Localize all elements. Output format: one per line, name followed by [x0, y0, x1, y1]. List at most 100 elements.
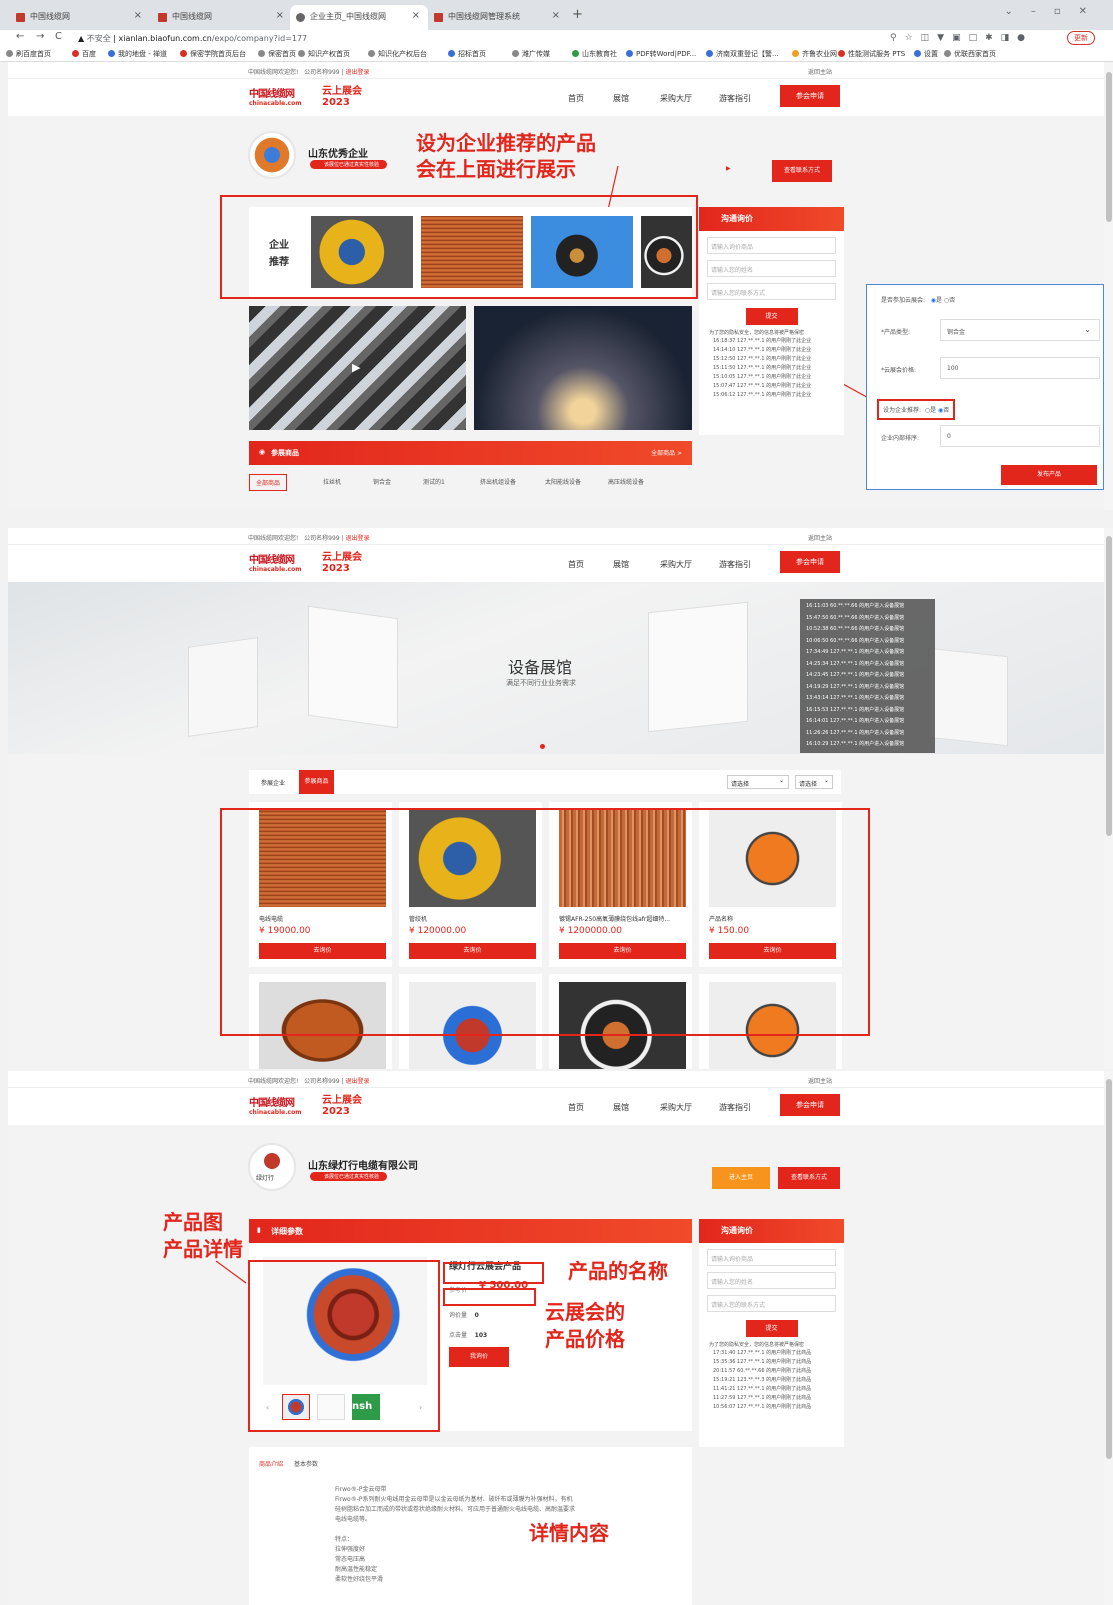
bookmark-item[interactable]: PDF转Word|PDF...	[626, 49, 696, 59]
tab-params[interactable]: 基本参数	[294, 1459, 318, 1468]
tab-intro[interactable]: 商品介绍	[259, 1459, 283, 1468]
category-tab[interactable]: 铜合金	[367, 474, 397, 489]
bookmark-item[interactable]: 潍广传媒	[512, 49, 550, 59]
site-logo[interactable]: 中国线缆网 chinacable.com	[249, 551, 303, 577]
window-controls[interactable]: ⌄–▫✕	[1004, 6, 1105, 17]
category-tab[interactable]: 挤出机组设备	[474, 474, 522, 489]
hall-subtitle: 满足不同行业业务需求	[506, 679, 576, 687]
scrollbar[interactable]	[1104, 1071, 1113, 1605]
logout-link[interactable]: 退出登录	[345, 535, 369, 542]
category-tabs: 全部商品 拉丝机 铜合金 测试的1 挤出机组设备 太阳能线设备 高压线缆设备	[249, 472, 692, 491]
filter-select-2[interactable]: 请选择 ⌄	[795, 775, 833, 789]
inquire-button[interactable]: 我询价	[449, 1347, 509, 1367]
site-favicon-icon	[16, 13, 25, 22]
apply-button[interactable]: 参会申请	[780, 551, 840, 573]
bookmark-icon	[448, 50, 455, 57]
category-tab[interactable]: 拉丝机	[317, 474, 347, 489]
bookmark-item[interactable]: 我的地盘 - 禅道	[108, 49, 167, 59]
logo-en: chinacable	[249, 566, 286, 573]
browser-tab-3[interactable]: 企业主页_中国线缆网 ×	[290, 5, 428, 30]
submit-button[interactable]: 提交	[745, 308, 798, 325]
close-icon[interactable]: ×	[276, 10, 284, 21]
chevron-down-icon: ⌄	[778, 777, 784, 784]
reload-icon[interactable]: C	[55, 31, 62, 42]
bookmark-label: 潍广传媒	[522, 50, 550, 58]
site-header: 中国线缆网 chinacable.com 云上展会 2023 首页 展馆 采购大厅 …	[8, 545, 1104, 582]
close-icon[interactable]: ×	[412, 10, 420, 21]
description-line: 柔软性好绕包平滑	[335, 1576, 384, 1583]
scroll-thumb[interactable]	[1106, 536, 1112, 836]
bookmark-item[interactable]: 百度	[72, 49, 96, 59]
bookmark-item[interactable]: 知识化产权后台	[368, 49, 427, 59]
tab-company[interactable]: 参展企业	[261, 778, 285, 787]
bookmark-label: 设置	[924, 50, 938, 58]
nav-guide[interactable]: 游客指引	[719, 559, 751, 570]
extension-icons[interactable]: ⚲☆◫▼▣□✱◨●	[890, 33, 1033, 43]
hall-page-panel: 中国线缆网欢迎您! 公司名称999 | 退出登录 返回主站 中国线缆网 china…	[8, 528, 1104, 1069]
bookmark-item[interactable]: 保密首页	[258, 49, 296, 59]
category-tab[interactable]: 全部商品	[249, 474, 288, 491]
bookmark-item[interactable]: 设置	[914, 49, 938, 59]
nav-hall[interactable]: 展馆	[613, 559, 629, 570]
new-tab-icon[interactable]: +	[572, 7, 583, 22]
tab-goods[interactable]: 参展商品	[299, 770, 334, 794]
bookmark-item[interactable]: 性能测试服务 PTS	[838, 49, 905, 59]
tab-strip: 中国线缆网 × 中国线缆网 × 企业主页_中国线缆网 × 中国线缆网管理系统 × + ⌄…	[0, 0, 1113, 30]
publish-button[interactable]: 发布产品	[1001, 465, 1097, 485]
company-video[interactable]: ▶	[249, 306, 466, 430]
select-value: 请选择	[731, 781, 750, 788]
carousel-dot[interactable]	[540, 744, 545, 749]
play-icon[interactable]: ▶	[352, 361, 360, 374]
category-tab[interactable]: 太阳能线设备	[539, 474, 587, 489]
forward-icon[interactable]: →	[36, 31, 44, 42]
contact-input[interactable]: 请输入您的联系方式	[707, 283, 836, 300]
close-icon[interactable]: ×	[134, 10, 142, 21]
browser-tab-2[interactable]: 中国线缆网 ×	[152, 5, 292, 30]
home-link[interactable]: 返回主站	[808, 533, 832, 542]
scrollbar[interactable]	[1104, 62, 1113, 510]
bookmark-label: 刷百度首页	[16, 50, 51, 58]
log-entry: 15:12:50 127.**.**.1 的用户刚刚了此企业	[713, 356, 812, 362]
bookmark-item[interactable]: 优联西家首页	[944, 49, 996, 59]
recommend-yes: 是	[930, 407, 937, 414]
name-input[interactable]: 请输入您的姓名	[707, 1272, 836, 1289]
scrollbar[interactable]	[1104, 528, 1113, 1069]
bookmark-item[interactable]: 齐鲁农业网	[792, 49, 837, 59]
bookmark-item[interactable]: 山东教育社	[572, 49, 617, 59]
nav-purchase[interactable]: 采购大厅	[660, 559, 692, 570]
bookmark-item[interactable]: 招标首页	[448, 49, 486, 59]
name-input[interactable]: 请输入您的姓名	[707, 260, 836, 277]
scroll-thumb[interactable]	[1106, 1079, 1112, 1459]
category-tab[interactable]: 高压线缆设备	[602, 474, 650, 489]
clicks-row: 点击量 103	[449, 1330, 487, 1339]
company-photo	[474, 306, 692, 430]
bookmark-item[interactable]: 刷百度首页	[6, 49, 51, 59]
update-button[interactable]: 更新	[1067, 31, 1095, 45]
url-field[interactable]: ▲ 不安全 | xianlan.biaofun.com.cn/expo/comp…	[78, 33, 307, 44]
browser-tab-1[interactable]: 中国线缆网 ×	[10, 5, 150, 30]
ticker-entry: 17:34:49 127.**.**.1 的用户进入设备展馆	[806, 649, 905, 655]
bookmark-item[interactable]: 知识产权首页	[298, 49, 350, 59]
back-icon[interactable]: ←	[16, 31, 24, 42]
description-panel: 商品介绍 基本参数 Firwo®-P金云母带 Firwo®-P系列耐火电线用金云母…	[249, 1447, 692, 1605]
bookmark-label: 济南双重登记【警...	[716, 50, 779, 58]
product-input[interactable]: 请输入询价商品	[707, 1249, 836, 1266]
nav-home[interactable]: 首页	[568, 559, 584, 570]
scroll-thumb[interactable]	[1106, 72, 1112, 222]
sort-input[interactable]: 0	[940, 425, 1100, 447]
browser-tab-4[interactable]: 中国线缆网管理系统 ×	[428, 5, 568, 30]
tab-title: 中国线缆网	[172, 12, 212, 21]
close-icon[interactable]: ×	[552, 10, 560, 21]
contact-input[interactable]: 请输入您的联系方式	[707, 1295, 836, 1312]
category-tab[interactable]: 测试的1	[417, 474, 451, 489]
filter-select-1[interactable]: 请选择 ⌄	[727, 775, 789, 789]
ticker-entry: 15:47:50 60.**.**.66 的用户进入设备展馆	[806, 614, 905, 621]
product-input[interactable]: 请输入询价商品	[707, 237, 836, 254]
price-input[interactable]: 100	[940, 357, 1100, 379]
type-select[interactable]: 铜合金 ⌄	[940, 319, 1100, 341]
bookmark-item[interactable]: 保密学院首页后台	[180, 49, 246, 59]
bookmark-item[interactable]: 济南双重登记【警...	[706, 49, 779, 59]
all-goods-link[interactable]: 全部商品 >	[651, 448, 682, 457]
submit-button[interactable]: 提交	[745, 1320, 798, 1337]
building-shape	[188, 637, 258, 737]
